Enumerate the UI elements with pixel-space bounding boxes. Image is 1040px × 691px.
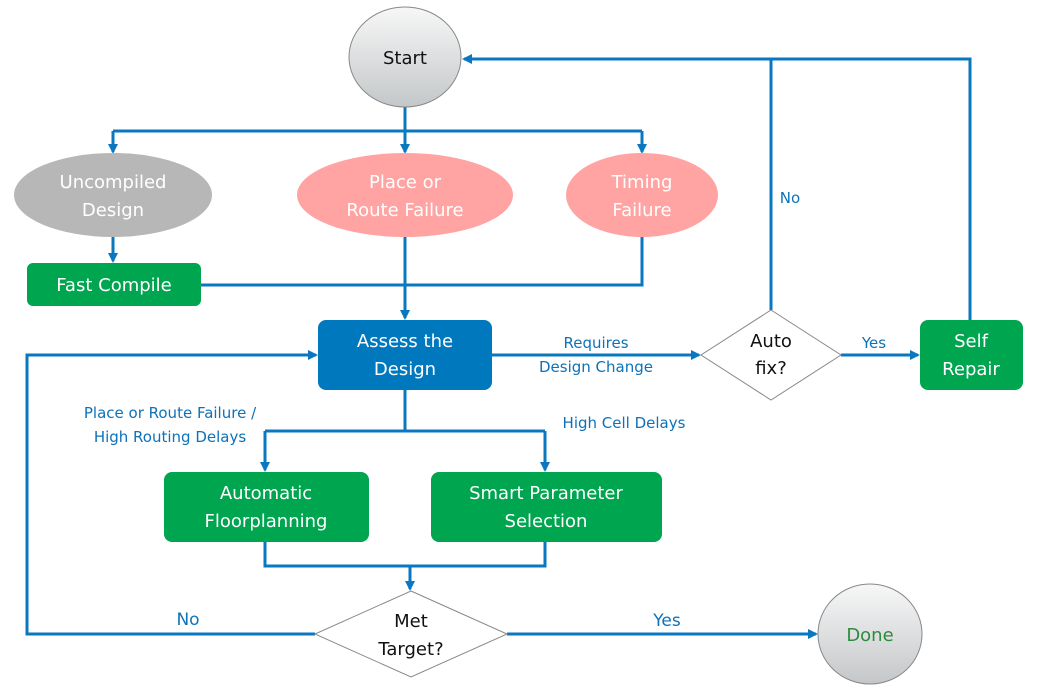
connector bbox=[263, 542, 547, 568]
edge-label: High Cell Delays bbox=[563, 414, 686, 432]
done-label: Done bbox=[846, 625, 893, 646]
done-node: Done bbox=[817, 583, 923, 685]
svg-text:Target?: Target? bbox=[377, 639, 443, 660]
edge-label: High Routing Delays bbox=[94, 428, 247, 446]
edge-label: Yes bbox=[652, 611, 681, 631]
svg-text:High Routing Delays: High Routing Delays bbox=[94, 428, 247, 446]
automatic-floorplanning-node: Automatic Floorplanning bbox=[164, 472, 369, 542]
edge-label: No bbox=[176, 610, 199, 630]
svg-text:Automatic: Automatic bbox=[220, 483, 312, 504]
node-label: Place or bbox=[369, 172, 442, 193]
node-label: Repair bbox=[942, 359, 1000, 380]
edge-label: Design Change bbox=[539, 358, 653, 376]
svg-text:Design: Design bbox=[82, 200, 144, 221]
assess-design-node: Assess the Design bbox=[318, 320, 492, 390]
met-target-decision: Met Target? bbox=[313, 590, 509, 678]
node-label: fix? bbox=[755, 358, 787, 379]
svg-text:Met: Met bbox=[394, 611, 428, 632]
edge-label: Place or Route Failure / bbox=[84, 404, 257, 422]
svg-text:Design Change: Design Change bbox=[539, 358, 653, 376]
svg-text:Requires: Requires bbox=[563, 334, 628, 352]
node-label: Fast Compile bbox=[56, 275, 172, 296]
place-route-failure-node: Place or Route Failure bbox=[297, 153, 513, 237]
fast-compile-node: Fast Compile bbox=[27, 263, 201, 306]
node-label: Selection bbox=[505, 511, 588, 532]
node-label: Assess the bbox=[357, 331, 453, 352]
svg-text:Self: Self bbox=[954, 331, 989, 352]
svg-text:Uncompiled: Uncompiled bbox=[60, 172, 167, 193]
node-label: Failure bbox=[612, 200, 671, 221]
svg-text:Repair: Repair bbox=[942, 359, 1000, 380]
start-node: Start bbox=[348, 6, 462, 108]
node-label: Design bbox=[374, 359, 436, 380]
svg-text:Auto: Auto bbox=[750, 331, 792, 352]
svg-text:fix?: fix? bbox=[755, 358, 787, 379]
edge-label: Requires bbox=[563, 334, 628, 352]
node-label: Floorplanning bbox=[205, 511, 328, 532]
smart-parameter-selection-node: Smart Parameter Selection bbox=[431, 472, 662, 542]
node-label: Met bbox=[394, 611, 428, 632]
flowchart: Start Uncompiled Design Place or Route F… bbox=[14, 6, 1023, 685]
edge-label: Yes bbox=[861, 334, 886, 352]
node-label: Auto bbox=[750, 331, 792, 352]
auto-fix-decision: Auto fix? bbox=[700, 309, 842, 401]
node-label: Smart Parameter bbox=[469, 483, 623, 504]
svg-text:Timing: Timing bbox=[611, 172, 673, 193]
svg-text:Selection: Selection bbox=[505, 511, 588, 532]
start-label: Start bbox=[383, 48, 427, 69]
svg-text:Smart Parameter: Smart Parameter bbox=[469, 483, 623, 504]
timing-failure-node: Timing Failure bbox=[566, 153, 718, 237]
node-label: Design bbox=[82, 200, 144, 221]
uncompiled-design-node: Uncompiled Design bbox=[14, 153, 212, 237]
node-label: Uncompiled bbox=[60, 172, 167, 193]
node-label: Timing bbox=[611, 172, 673, 193]
edge-label: No bbox=[780, 189, 800, 207]
svg-text:Place or: Place or bbox=[369, 172, 442, 193]
svg-text:Route Failure: Route Failure bbox=[346, 200, 463, 221]
node-label: Target? bbox=[377, 639, 443, 660]
node-label: Route Failure bbox=[346, 200, 463, 221]
svg-text:Design: Design bbox=[374, 359, 436, 380]
self-repair-node: Self Repair bbox=[920, 320, 1023, 390]
node-label: Self bbox=[954, 331, 989, 352]
svg-text:Assess the: Assess the bbox=[357, 331, 453, 352]
svg-text:Floorplanning: Floorplanning bbox=[205, 511, 328, 532]
node-label: Automatic bbox=[220, 483, 312, 504]
connector bbox=[201, 237, 644, 287]
svg-text:Place or Route Failure /: Place or Route Failure / bbox=[84, 404, 257, 422]
svg-text:Failure: Failure bbox=[612, 200, 671, 221]
